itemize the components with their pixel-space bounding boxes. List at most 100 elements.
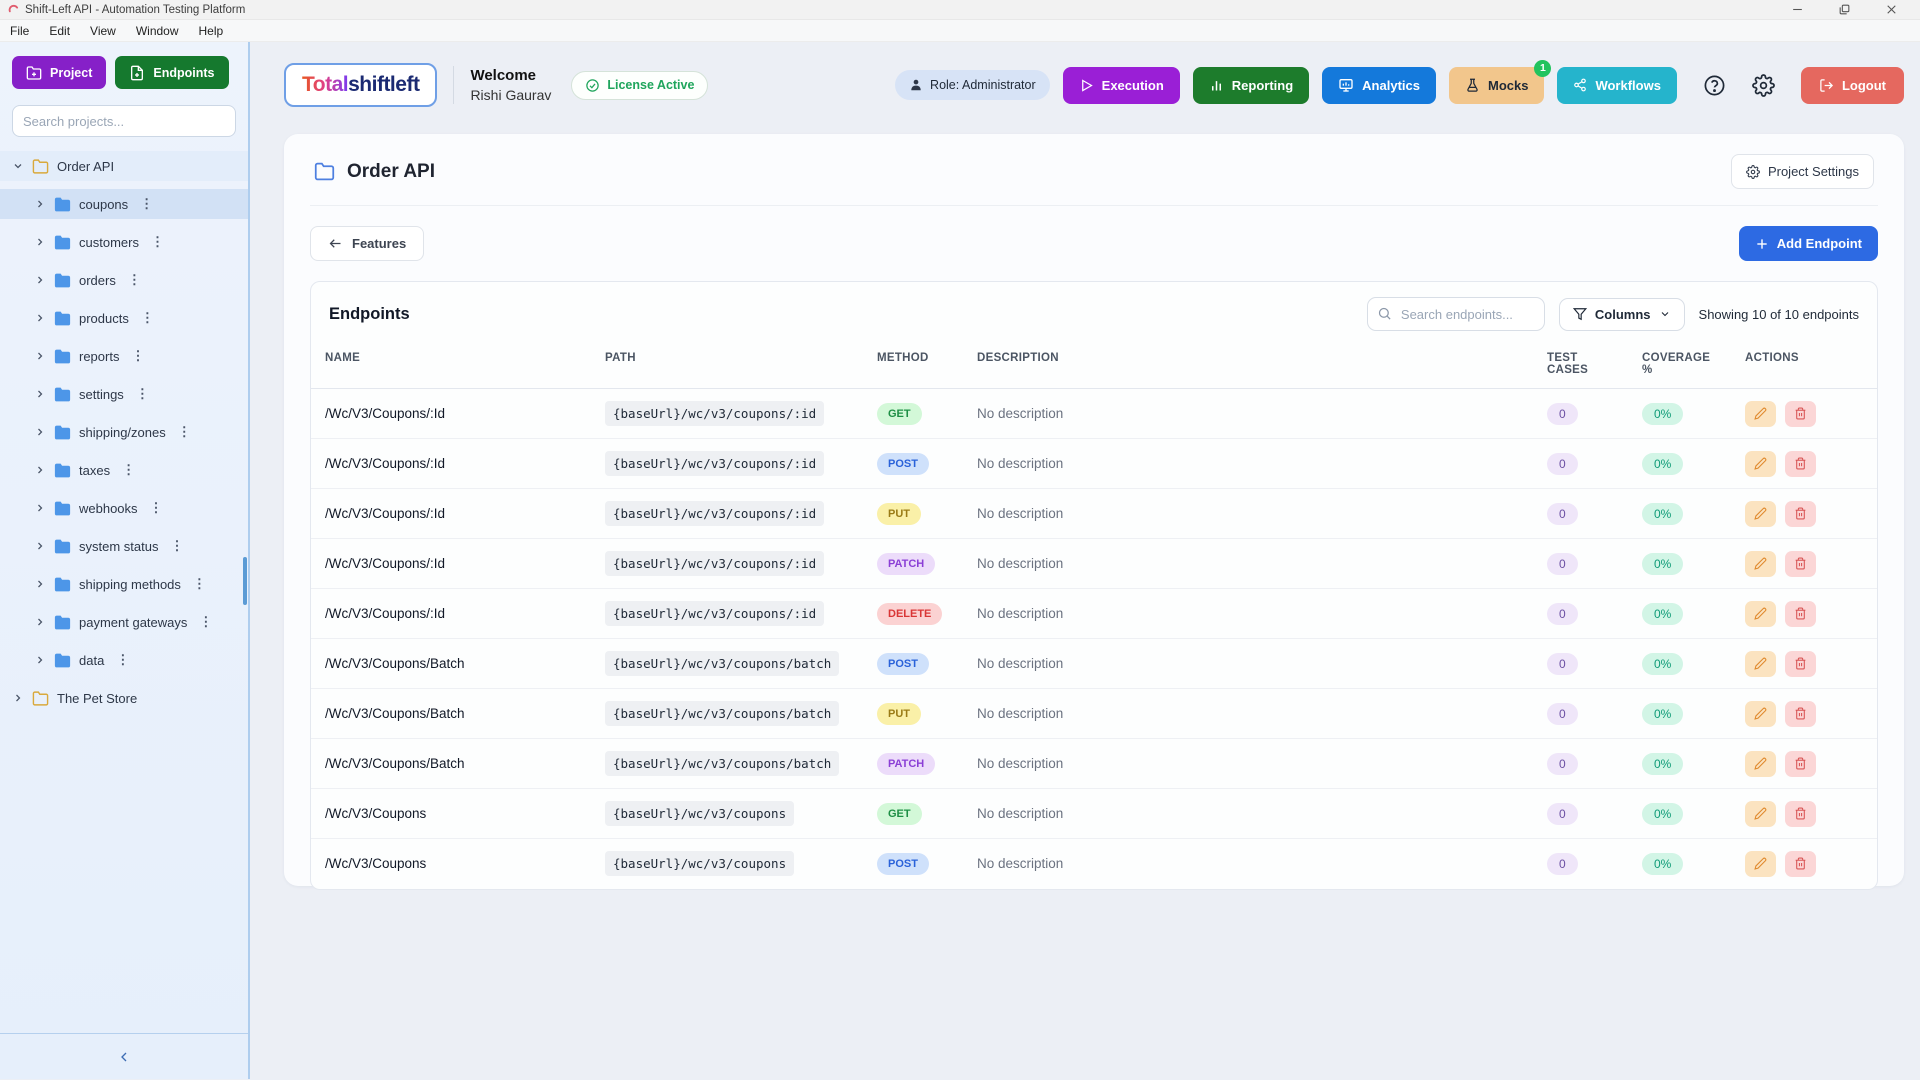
edit-endpoint-button[interactable] bbox=[1745, 751, 1776, 777]
back-to-features-button[interactable]: Features bbox=[310, 226, 424, 261]
kebab-menu-icon[interactable]: ⋮ bbox=[141, 310, 154, 326]
project-settings-button[interactable]: Project Settings bbox=[1731, 154, 1874, 189]
mocks-button[interactable]: Mocks 1 bbox=[1449, 67, 1544, 104]
pencil-icon bbox=[1754, 757, 1767, 770]
execution-button[interactable]: Execution bbox=[1063, 67, 1180, 104]
tree-item[interactable]: orders ⋮ bbox=[0, 265, 248, 295]
edit-endpoint-button[interactable] bbox=[1745, 501, 1776, 527]
delete-endpoint-button[interactable] bbox=[1785, 701, 1816, 727]
chevron-right-icon[interactable] bbox=[34, 312, 46, 324]
edit-endpoint-button[interactable] bbox=[1745, 601, 1776, 627]
kebab-menu-icon[interactable]: ⋮ bbox=[140, 196, 153, 212]
chevron-right-icon[interactable] bbox=[34, 654, 46, 666]
edit-endpoint-button[interactable] bbox=[1745, 451, 1776, 477]
columns-button[interactable]: Columns bbox=[1559, 298, 1685, 331]
delete-endpoint-button[interactable] bbox=[1785, 851, 1816, 877]
chevron-right-icon[interactable] bbox=[34, 236, 46, 248]
tree-item[interactable]: taxes ⋮ bbox=[0, 455, 248, 485]
chevron-right-icon[interactable] bbox=[34, 350, 46, 362]
kebab-menu-icon[interactable]: ⋮ bbox=[193, 576, 206, 592]
edit-endpoint-button[interactable] bbox=[1745, 801, 1776, 827]
workflows-button[interactable]: Workflows bbox=[1557, 67, 1677, 104]
settings-button[interactable] bbox=[1752, 74, 1775, 97]
delete-endpoint-button[interactable] bbox=[1785, 801, 1816, 827]
delete-endpoint-button[interactable] bbox=[1785, 501, 1816, 527]
analytics-button[interactable]: Analytics bbox=[1322, 67, 1436, 104]
chevron-down-icon[interactable] bbox=[12, 160, 24, 172]
reporting-button[interactable]: Reporting bbox=[1193, 67, 1309, 104]
kebab-menu-icon[interactable]: ⋮ bbox=[170, 538, 183, 554]
kebab-menu-icon[interactable]: ⋮ bbox=[178, 424, 191, 440]
delete-endpoint-button[interactable] bbox=[1785, 651, 1816, 677]
trash-icon bbox=[1794, 557, 1807, 570]
logout-button[interactable]: Logout bbox=[1801, 67, 1904, 104]
tree-root-pet-store[interactable]: The Pet Store bbox=[0, 683, 248, 713]
kebab-menu-icon[interactable]: ⋮ bbox=[128, 272, 141, 288]
close-icon[interactable] bbox=[1885, 3, 1898, 16]
kebab-menu-icon[interactable]: ⋮ bbox=[150, 500, 163, 516]
tree-item[interactable]: system status ⋮ bbox=[0, 531, 248, 561]
kebab-menu-icon[interactable]: ⋮ bbox=[116, 652, 129, 668]
edit-endpoint-button[interactable] bbox=[1745, 651, 1776, 677]
test-cases-badge: 0 bbox=[1547, 703, 1578, 725]
collapse-sidebar-button[interactable] bbox=[116, 1049, 132, 1065]
tree-root-order-api[interactable]: Order API bbox=[0, 151, 248, 181]
add-endpoint-button[interactable]: Add Endpoint bbox=[1739, 226, 1878, 261]
menu-edit[interactable]: Edit bbox=[49, 24, 70, 38]
menu-file[interactable]: File bbox=[10, 24, 29, 38]
coverage-badge: 0% bbox=[1642, 603, 1683, 625]
edit-endpoint-button[interactable] bbox=[1745, 851, 1776, 877]
delete-endpoint-button[interactable] bbox=[1785, 551, 1816, 577]
edit-endpoint-button[interactable] bbox=[1745, 701, 1776, 727]
search-projects-input[interactable] bbox=[12, 105, 236, 137]
tree-item[interactable]: payment gateways ⋮ bbox=[0, 607, 248, 637]
edit-endpoint-button[interactable] bbox=[1745, 551, 1776, 577]
tree-item[interactable]: data ⋮ bbox=[0, 645, 248, 675]
tree-item[interactable]: reports ⋮ bbox=[0, 341, 248, 371]
chevron-right-icon[interactable] bbox=[12, 692, 24, 704]
chevron-right-icon[interactable] bbox=[34, 426, 46, 438]
chevron-right-icon[interactable] bbox=[34, 388, 46, 400]
maximize-icon[interactable] bbox=[1838, 3, 1851, 16]
chevron-right-icon[interactable] bbox=[34, 540, 46, 552]
delete-endpoint-button[interactable] bbox=[1785, 751, 1816, 777]
tree-item[interactable]: customers ⋮ bbox=[0, 227, 248, 257]
sidebar-scrollbar[interactable] bbox=[243, 557, 247, 605]
endpoint-description: No description bbox=[977, 856, 1063, 871]
tree-item[interactable]: products ⋮ bbox=[0, 303, 248, 333]
tree-item[interactable]: settings ⋮ bbox=[0, 379, 248, 409]
delete-endpoint-button[interactable] bbox=[1785, 401, 1816, 427]
chevron-right-icon[interactable] bbox=[34, 464, 46, 476]
menu-help[interactable]: Help bbox=[199, 24, 224, 38]
new-project-button[interactable]: Project bbox=[12, 56, 106, 89]
kebab-menu-icon[interactable]: ⋮ bbox=[131, 348, 144, 364]
kebab-menu-icon[interactable]: ⋮ bbox=[122, 462, 135, 478]
chevron-right-icon[interactable] bbox=[34, 502, 46, 514]
edit-endpoint-button[interactable] bbox=[1745, 401, 1776, 427]
kebab-menu-icon[interactable]: ⋮ bbox=[136, 386, 149, 402]
tree-item[interactable]: shipping/zones ⋮ bbox=[0, 417, 248, 447]
help-button[interactable] bbox=[1703, 74, 1726, 97]
chevron-right-icon[interactable] bbox=[34, 578, 46, 590]
chevron-right-icon[interactable] bbox=[34, 274, 46, 286]
kebab-menu-icon[interactable]: ⋮ bbox=[151, 234, 164, 250]
delete-endpoint-button[interactable] bbox=[1785, 601, 1816, 627]
minimize-icon[interactable] bbox=[1791, 3, 1804, 16]
delete-endpoint-button[interactable] bbox=[1785, 451, 1816, 477]
endpoint-description: No description bbox=[977, 556, 1063, 571]
col-header-actions: ACTIONS bbox=[1731, 346, 1877, 389]
menu-window[interactable]: Window bbox=[136, 24, 179, 38]
new-endpoints-button[interactable]: Endpoints bbox=[115, 56, 228, 89]
col-header-description: DESCRIPTION bbox=[963, 346, 1533, 389]
tree-item[interactable]: shipping methods ⋮ bbox=[0, 569, 248, 599]
search-endpoints-input[interactable] bbox=[1367, 297, 1545, 331]
kebab-menu-icon[interactable]: ⋮ bbox=[199, 614, 212, 630]
tree-item[interactable]: webhooks ⋮ bbox=[0, 493, 248, 523]
chevron-right-icon[interactable] bbox=[34, 616, 46, 628]
coverage-badge: 0% bbox=[1642, 853, 1683, 875]
tree-item-label: settings bbox=[79, 387, 124, 402]
chevron-right-icon[interactable] bbox=[34, 198, 46, 210]
tree-item[interactable]: coupons ⋮ bbox=[0, 189, 248, 219]
col-header-test-cases: TEST CASES bbox=[1533, 346, 1628, 389]
menu-view[interactable]: View bbox=[90, 24, 116, 38]
